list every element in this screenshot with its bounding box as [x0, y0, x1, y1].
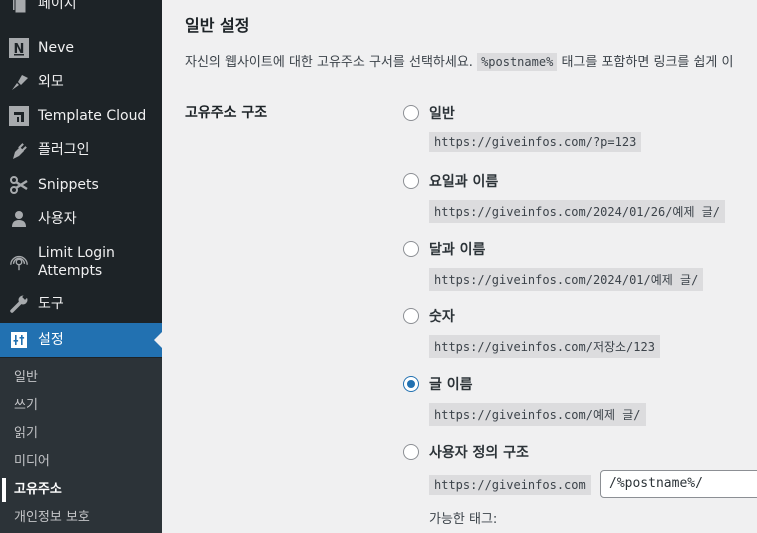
submenu-item-reading[interactable]: 읽기: [14, 425, 38, 443]
permalink-structure-label: 고유주소 구조: [185, 105, 268, 121]
sidebar-item-label: 플러그인: [38, 142, 90, 158]
custom-structure-input[interactable]: /%postname%/: [600, 470, 757, 498]
submenu-item-permalinks[interactable]: 고유주소: [14, 481, 62, 499]
settings-icon: [9, 330, 29, 350]
radio-custom[interactable]: [403, 444, 419, 460]
sidebar-item-label: Snippets: [38, 177, 99, 193]
submenu-item-general[interactable]: 일반: [14, 369, 38, 387]
paintbrush-icon: [9, 72, 29, 92]
option-example: https://giveinfos.com/저장소/123: [429, 335, 660, 358]
submenu-item-privacy[interactable]: 개인정보 보호: [14, 509, 90, 527]
option-label[interactable]: 사용자 정의 구조: [429, 442, 529, 462]
available-tags-label: 가능한 태그:: [429, 512, 498, 527]
fingerprint-icon: [9, 252, 29, 272]
sidebar-item-pages[interactable]: 페이지: [0, 0, 162, 15]
scissors-icon: [9, 175, 29, 195]
template-cloud-icon: [9, 106, 29, 126]
sidebar-item-neve[interactable]: N Neve: [0, 36, 162, 60]
sidebar-item-snippets[interactable]: Snippets: [0, 173, 162, 197]
sidebar-item-label: Template Cloud: [38, 108, 147, 124]
custom-base-url: https://giveinfos.com: [429, 475, 591, 495]
radio-numeric[interactable]: [403, 308, 419, 324]
option-example: https://giveinfos.com/?p=123: [429, 132, 642, 152]
option-label[interactable]: 숫자: [429, 306, 455, 326]
submenu-item-media[interactable]: 미디어: [14, 453, 50, 471]
sidebar-item-label: Limit Login Attempts: [38, 245, 115, 279]
option-label[interactable]: 달과 이름: [429, 239, 485, 259]
sidebar-item-plugins[interactable]: 플러그인: [0, 138, 162, 162]
user-icon: [9, 209, 29, 229]
sidebar-item-users[interactable]: 사용자: [0, 207, 162, 231]
radio-post-name[interactable]: [403, 376, 419, 392]
sidebar-item-label: 외모: [38, 74, 64, 90]
radio-month-name[interactable]: [403, 241, 419, 257]
settings-submenu: 일반 쓰기 읽기 미디어 고유주소 개인정보 보호: [0, 358, 162, 533]
submenu-item-writing[interactable]: 쓰기: [14, 397, 38, 415]
main-content: 일반 설정 자신의 웹사이트에 대한 고유주소 구서를 선택하세요. %post…: [162, 0, 757, 533]
sidebar-item-template-cloud[interactable]: Template Cloud: [0, 104, 162, 128]
page-icon: [9, 0, 29, 14]
option-example: https://giveinfos.com/2024/01/26/예제 글/: [429, 200, 725, 223]
neve-icon: N: [9, 38, 29, 58]
option-label[interactable]: 요일과 이름: [429, 171, 498, 191]
sidebar-item-label: Neve: [38, 40, 74, 56]
option-example: https://giveinfos.com/예제 글/: [429, 403, 646, 426]
sidebar-item-label: 도구: [38, 296, 64, 312]
wrench-icon: [9, 294, 29, 314]
section-title: 일반 설정: [185, 16, 250, 35]
sidebar-item-label: 페이지: [38, 0, 77, 12]
section-description: 자신의 웹사이트에 대한 고유주소 구서를 선택하세요. %postname% …: [185, 53, 734, 71]
active-indicator: [2, 478, 6, 502]
current-menu-arrow: [154, 332, 162, 348]
sidebar-item-limit-login-attempts[interactable]: Limit Login Attempts: [0, 244, 162, 282]
sidebar-item-label: 사용자: [38, 211, 77, 227]
option-example: https://giveinfos.com/2024/01/예제 글/: [429, 268, 704, 291]
radio-day-name[interactable]: [403, 173, 419, 189]
option-label[interactable]: 일반: [429, 103, 455, 123]
option-label[interactable]: 글 이름: [429, 374, 473, 394]
sidebar-item-settings[interactable]: 설정: [0, 323, 162, 357]
sidebar-item-label: 설정: [38, 332, 64, 348]
admin-sidebar: 페이지 N Neve 외모 Template Cloud 플러그인 Snippe…: [0, 0, 162, 533]
sidebar-item-appearance[interactable]: 외모: [0, 70, 162, 94]
postname-tag-code: %postname%: [477, 53, 558, 71]
radio-plain[interactable]: [403, 105, 419, 121]
sidebar-item-tools[interactable]: 도구: [0, 292, 162, 316]
plugin-icon: [9, 140, 29, 160]
